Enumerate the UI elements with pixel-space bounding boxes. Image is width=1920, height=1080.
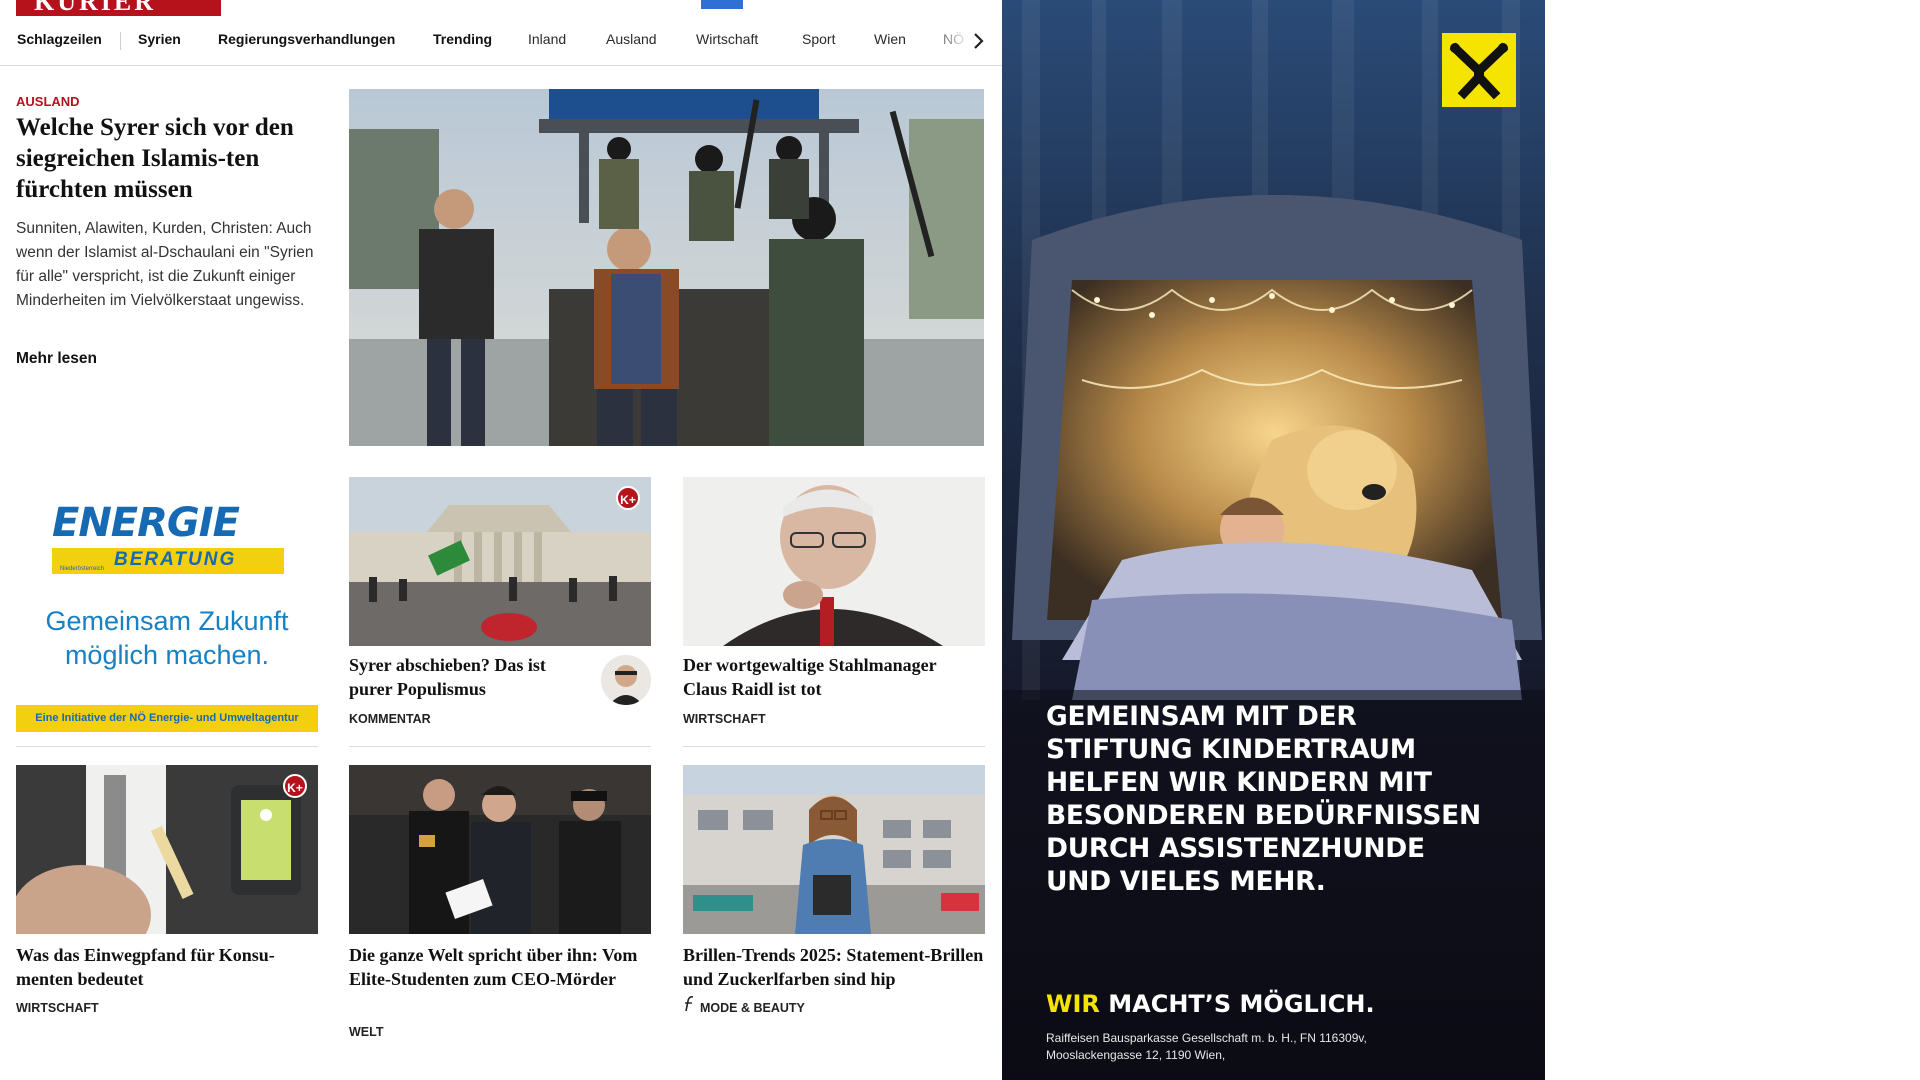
nav-item-sport[interactable]: Sport — [802, 31, 835, 47]
read-more-link[interactable]: Mehr lesen — [16, 350, 97, 368]
nav-item-regierungsverhandlungen[interactable]: Regierungsverhandlungen — [218, 31, 395, 47]
kplus-badge: K+ — [283, 774, 307, 798]
ad-headline-line: UND VIELES MEHR. — [1046, 866, 1326, 897]
ad-legal-line: Mooslackengasse 12, 1190 Wien, — [1046, 1048, 1226, 1062]
raidl-photo-illustration — [683, 477, 985, 646]
energie-brand: ENERGIE — [52, 500, 240, 546]
header-blue-tab[interactable] — [701, 0, 743, 9]
raiffeisen-gable-icon — [1442, 33, 1516, 107]
card-title-ceo-moerder[interactable]: Die ganze Welt spricht über ihn: Vom Eli… — [349, 943, 651, 991]
fashion-f-icon — [685, 996, 694, 1012]
ad-headline-line: DURCH ASSISTENZHUNDE — [1046, 833, 1425, 864]
kurier-logo[interactable]: KURIER — [16, 0, 221, 16]
card-category-kommentar[interactable]: KOMMENTAR — [349, 712, 431, 726]
card-category-wirtschaft[interactable]: WIRTSCHAFT — [683, 712, 766, 726]
lead-photo-illustration — [349, 89, 984, 446]
ad-headline-line: GEMEINSAM MIT DER — [1046, 701, 1357, 732]
nav-scroll-next-button[interactable] — [964, 26, 992, 56]
ad-legal-line: Raiffeisen Bausparkasse Gesellschaft m. … — [1046, 1031, 1367, 1045]
card-category-welt[interactable]: WELT — [349, 1025, 383, 1039]
logo-text: KURIER — [34, 0, 157, 16]
beratung-text: BERATUNG — [114, 549, 237, 570]
energie-footer-band: Eine Initiative der NÖ Energie- und Umwe… — [16, 705, 318, 732]
noe-label: Niederösterreich — [60, 566, 105, 572]
kplus-badge: K+ — [616, 486, 640, 510]
author-portrait-illustration — [601, 655, 651, 705]
card-image-raidl[interactable] — [683, 477, 985, 646]
divider — [16, 746, 318, 747]
card-category-mode-beauty[interactable]: MODE & BEAUTY — [700, 1001, 805, 1015]
topic-navigation: Schlagzeilen Syrien Regierungsverhandlun… — [0, 22, 1002, 66]
ad-background-illustration — [1002, 0, 1545, 1080]
card-title-raidl[interactable]: Der wortgewaltige Stahlmanager Claus Rai… — [683, 653, 983, 701]
ad-headline-line: STIFTUNG KINDERTRAUM — [1046, 734, 1416, 765]
energie-beratung-ad[interactable]: ENERGIE BERATUNG Niederösterreich Gemein… — [16, 478, 318, 732]
card-category-wirtschaft[interactable]: WIRTSCHAFT — [16, 1001, 99, 1015]
author-avatar[interactable] — [601, 655, 651, 705]
lead-kicker[interactable]: AUSLAND — [16, 94, 80, 109]
divider — [683, 746, 985, 747]
ad-claim-highlight: WIR — [1046, 990, 1100, 1018]
lead-teaser[interactable]: Sunniten, Alawiten, Kurden, Christen: Au… — [16, 217, 318, 313]
energie-slogan: Gemeinsam Zukunft möglich machen. — [16, 604, 318, 672]
nav-item-schlagzeilen[interactable]: Schlagzeilen — [17, 31, 102, 47]
nav-item-ausland[interactable]: Ausland — [606, 31, 657, 47]
divider — [349, 746, 651, 747]
nav-item-syrien[interactable]: Syrien — [138, 31, 181, 47]
ad-claim: WIR MACHT’S MÖGLICH. — [1046, 990, 1375, 1018]
raiffeisen-logo[interactable] — [1442, 33, 1516, 107]
raiffeisen-ad[interactable]: GEMEINSAM MIT DER STIFTUNG KINDERTRAUM H… — [1002, 0, 1545, 1080]
card-image-parliament[interactable] — [349, 477, 651, 646]
ad-legal-text: Raiffeisen Bausparkasse Gesellschaft m. … — [1046, 1030, 1466, 1064]
card-title-einwegpfand[interactable]: Was das Einwegpfand für Konsu-menten bed… — [16, 943, 318, 991]
card-image-ceo[interactable] — [349, 765, 651, 934]
card-title-abschieben[interactable]: Syrer abschieben? Das ist purer Populism… — [349, 653, 587, 701]
nav-item-wien[interactable]: Wien — [874, 31, 906, 47]
ad-claim-rest: MACHT’S MÖGLICH. — [1099, 990, 1375, 1018]
parliament-photo-illustration — [349, 477, 651, 646]
pfand-photo-illustration — [16, 765, 318, 934]
nav-divider — [120, 32, 121, 50]
nav-item-trending[interactable]: Trending — [433, 31, 492, 47]
ad-headline: GEMEINSAM MIT DER STIFTUNG KINDERTRAUM H… — [1046, 700, 1516, 898]
slogan-line-1: Gemeinsam Zukunft — [45, 606, 289, 636]
card-title-brillen-trends[interactable]: Brillen-Trends 2025: Statement-Brillen u… — [683, 943, 985, 991]
nav-item-wirtschaft[interactable]: Wirtschaft — [696, 31, 758, 47]
lead-image[interactable] — [349, 89, 984, 446]
lead-headline[interactable]: Welche Syrer sich vor den siegreichen Is… — [16, 112, 316, 205]
card-image-brillen[interactable] — [683, 765, 985, 934]
ceo-photo-illustration — [349, 765, 651, 934]
slogan-line-2: möglich machen. — [64, 640, 270, 670]
ad-headline-line: HELFEN WIR KINDERN MIT — [1046, 767, 1432, 798]
card-image-pfand[interactable] — [16, 765, 318, 934]
brillen-photo-illustration — [683, 765, 985, 934]
nav-item-inland[interactable]: Inland — [528, 31, 566, 47]
news-column: KURIER Schlagzeilen Syrien Regierungsver… — [0, 0, 1002, 1080]
ad-headline-line: BESONDEREN BEDÜRFNISSEN — [1046, 800, 1481, 831]
chevron-right-icon — [974, 33, 984, 49]
